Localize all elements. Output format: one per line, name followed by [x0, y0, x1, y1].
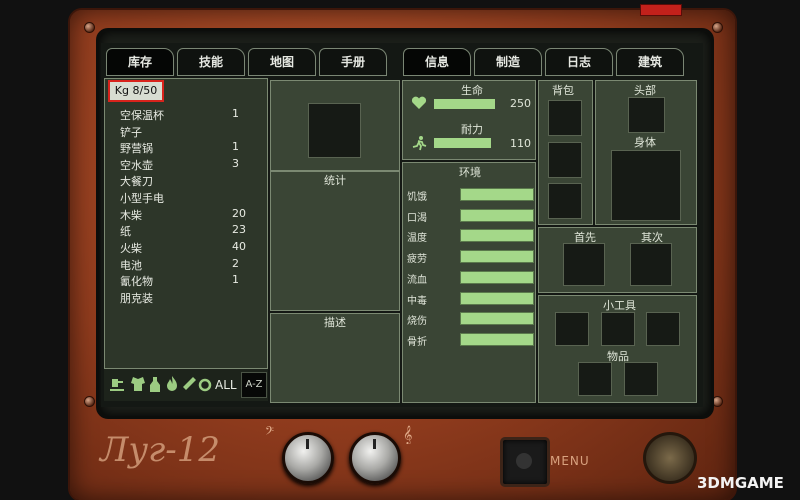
- health-bar: [434, 99, 495, 109]
- tab-journal[interactable]: 日志: [545, 48, 613, 76]
- backpack-slot[interactable]: [548, 183, 582, 219]
- list-item[interactable]: 电池: [120, 257, 142, 273]
- description-label: 描述: [324, 316, 346, 329]
- thirst-label: 口渴: [407, 213, 427, 224]
- tools-filter-icon[interactable]: [108, 375, 126, 393]
- temperature-label: 温度: [407, 233, 427, 244]
- stamina-label: 耐力: [461, 123, 483, 136]
- indicator-light: [640, 4, 682, 16]
- bolt-icon: [712, 22, 723, 33]
- secondary-weapon-slot[interactable]: [630, 243, 672, 286]
- tab-info[interactable]: 信息: [403, 48, 471, 76]
- list-item[interactable]: 野营锅: [120, 140, 153, 156]
- item-count: 23: [232, 223, 246, 236]
- gadget-slot[interactable]: [555, 312, 589, 346]
- bolt-icon: [84, 396, 95, 407]
- fracture-label: 骨折: [407, 337, 427, 348]
- head-slot[interactable]: [628, 97, 665, 133]
- thirst-bar: [460, 209, 534, 222]
- primary-weapon-slot[interactable]: [563, 243, 605, 286]
- health-value: 250: [510, 97, 531, 110]
- temperature-bar: [460, 229, 534, 242]
- poison-label: 中毒: [407, 296, 427, 307]
- tuning-knob[interactable]: [349, 432, 401, 484]
- tab-manual[interactable]: 手册: [319, 48, 387, 76]
- list-item[interactable]: 小型手电: [120, 190, 164, 206]
- device-brand-logo: Луг-12: [100, 430, 221, 470]
- list-item[interactable]: 木柴: [120, 207, 142, 223]
- running-person-icon: [412, 136, 427, 151]
- menu-button-cap: [516, 453, 532, 469]
- backpack-slot[interactable]: [548, 100, 582, 136]
- svg-text:𝄞: 𝄞: [403, 425, 412, 444]
- stamina-value: 110: [510, 137, 531, 150]
- medicine-filter-icon[interactable]: [181, 375, 197, 393]
- tab-inventory[interactable]: 库存: [106, 48, 174, 76]
- stats-label: 统计: [324, 174, 346, 187]
- watermark: 3DMGAME: [697, 474, 784, 492]
- hunger-bar: [460, 188, 534, 201]
- weapons-panel: [538, 227, 697, 293]
- bass-clef-icon: 𝄢: [265, 425, 274, 440]
- menu-button[interactable]: [500, 437, 550, 487]
- food-filter-icon[interactable]: [148, 375, 162, 393]
- stats-panel: [270, 171, 400, 311]
- fatigue-bar: [460, 250, 534, 263]
- weight-indicator: Kg 8/50: [108, 80, 164, 102]
- bleeding-bar: [460, 271, 534, 284]
- item-count: 1: [232, 140, 239, 153]
- tab-building[interactable]: 建筑: [616, 48, 684, 76]
- gadget-slot[interactable]: [646, 312, 680, 346]
- burn-label: 烧伤: [407, 316, 427, 327]
- list-item[interactable]: 空水壶: [120, 157, 153, 173]
- item-count: 3: [232, 157, 239, 170]
- hunger-label: 饥饿: [407, 192, 427, 203]
- item-count: 2: [232, 257, 239, 270]
- treble-clef-icon: 𝄞: [403, 425, 412, 444]
- clothing-filter-icon[interactable]: [130, 375, 146, 393]
- goods-slot[interactable]: [578, 362, 612, 396]
- goods-slot[interactable]: [624, 362, 658, 396]
- bleeding-label: 流血: [407, 275, 427, 286]
- body-label: 身体: [634, 136, 656, 149]
- list-item[interactable]: 纸: [120, 223, 131, 239]
- tab-skills[interactable]: 技能: [177, 48, 245, 76]
- svg-text:𝄢: 𝄢: [265, 425, 274, 440]
- filter-all-button[interactable]: ALL: [215, 378, 237, 392]
- sort-az-button[interactable]: A-Z: [241, 372, 267, 398]
- tab-crafting[interactable]: 制造: [474, 48, 542, 76]
- gadget-slot[interactable]: [601, 312, 635, 346]
- volume-knob[interactable]: [282, 432, 334, 484]
- item-count: 1: [232, 107, 239, 120]
- health-label: 生命: [461, 84, 483, 97]
- backpack-label: 背包: [552, 84, 574, 97]
- backpack-slot[interactable]: [548, 142, 582, 178]
- item-count: 1: [232, 273, 239, 286]
- misc-filter-icon[interactable]: [198, 376, 212, 392]
- poison-bar: [460, 292, 534, 305]
- list-item[interactable]: 空保温杯: [120, 107, 164, 123]
- burn-bar: [460, 312, 534, 325]
- environment-title: 环境: [459, 166, 481, 179]
- item-preview-slot: [308, 103, 361, 158]
- head-label: 头部: [634, 84, 656, 97]
- list-item[interactable]: 朋克装: [120, 290, 153, 306]
- fatigue-label: 疲劳: [407, 254, 427, 265]
- list-item[interactable]: 氰化物: [120, 273, 153, 289]
- stamina-bar: [434, 138, 491, 148]
- connector-port: [643, 432, 697, 484]
- list-item[interactable]: 火柴: [120, 240, 142, 256]
- item-count: 40: [232, 240, 246, 253]
- list-item[interactable]: 大餐刀: [120, 173, 153, 189]
- list-item[interactable]: 铲子: [120, 124, 142, 140]
- item-count: 20: [232, 207, 246, 220]
- body-slot[interactable]: [611, 150, 681, 221]
- tab-map[interactable]: 地图: [248, 48, 316, 76]
- fracture-bar: [460, 333, 534, 346]
- fire-filter-icon[interactable]: [165, 375, 179, 393]
- bolt-icon: [84, 22, 95, 33]
- heart-icon: [411, 96, 427, 109]
- menu-label: MENU: [550, 454, 590, 468]
- gadgets-label: 小工具: [603, 299, 636, 312]
